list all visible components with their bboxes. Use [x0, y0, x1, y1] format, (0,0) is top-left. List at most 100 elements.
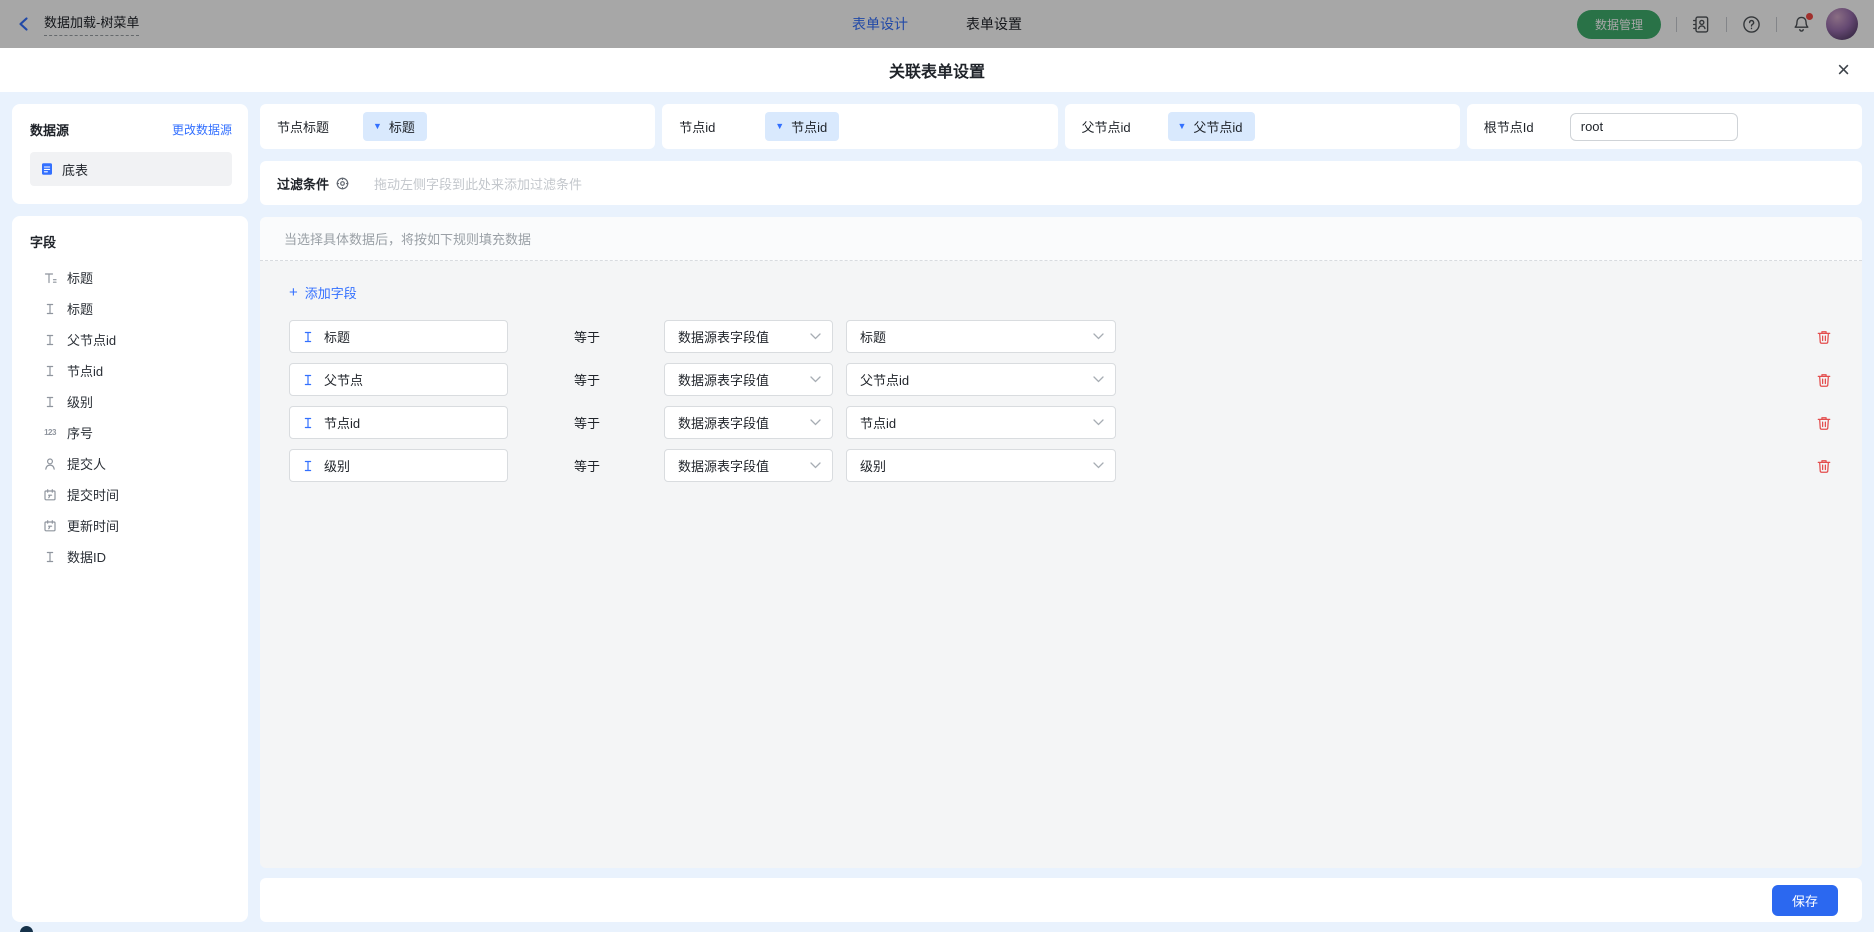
plus-icon: + — [289, 285, 298, 300]
field-label: 父节点id — [67, 330, 116, 349]
document-icon — [40, 162, 54, 176]
rule-field-label: 标题 — [324, 327, 350, 346]
text-field-icon — [43, 550, 57, 564]
rule-field-label: 节点id — [324, 413, 360, 432]
text-field-icon — [43, 364, 57, 378]
save-button[interactable]: 保存 — [1772, 885, 1838, 916]
text-field-icon — [301, 330, 315, 344]
number-field-icon: 123 — [44, 428, 56, 437]
field-label: 级别 — [67, 392, 93, 411]
field-tag-label: 父节点id — [1193, 117, 1242, 136]
rules-hint: 当选择具体数据后，将按如下规则填充数据 — [260, 217, 1862, 261]
field-list-item[interactable]: 123 标题 — [30, 262, 242, 293]
dropdown-triangle-icon: ▼ — [373, 122, 382, 131]
value-select[interactable]: 父节点id — [846, 363, 1116, 396]
delete-rule-button[interactable] — [1816, 458, 1832, 474]
dropdown-triangle-icon: ▼ — [775, 122, 784, 131]
equals-label: 等于 — [574, 370, 600, 389]
close-icon[interactable]: × — [1837, 59, 1850, 81]
chevron-down-icon — [810, 333, 821, 340]
filter-settings-icon[interactable] — [335, 176, 350, 191]
value-select[interactable]: 级别 — [846, 449, 1116, 482]
field-list-item[interactable]: 123 父节点id — [30, 324, 242, 355]
rules-panel: 当选择具体数据后，将按如下规则填充数据 + 添加字段 — [260, 217, 1862, 868]
field-list-item[interactable]: 123 级别 — [30, 386, 242, 417]
datasource-card: 数据源 更改数据源 底表 — [12, 104, 248, 204]
source-select[interactable]: 数据源表字段值 — [664, 449, 833, 482]
field-list-item[interactable]: 123 更新时间 — [30, 510, 242, 541]
mapping-label: 父节点id — [1082, 117, 1168, 136]
title-field-icon — [43, 271, 57, 285]
field-list-item[interactable]: 123 提交时间 — [30, 479, 242, 510]
field-list-item[interactable]: 123 标题 — [30, 293, 242, 324]
topbar: 数据加载-树菜单 表单设计 表单设置 数据管理 — [0, 0, 1874, 48]
sidebar: 数据源 更改数据源 底表 字段 123 — [12, 104, 248, 922]
trash-icon — [1816, 372, 1832, 388]
field-label: 标题 — [67, 299, 93, 318]
rule-field-label: 级别 — [324, 456, 350, 475]
text-field-icon — [301, 373, 315, 387]
modal-footer: 保存 — [260, 878, 1862, 922]
field-list-item[interactable]: 123 数据ID — [30, 541, 242, 572]
filter-row: 过滤条件 拖动左侧字段到此处来添加过滤条件 — [260, 161, 1862, 205]
field-tag[interactable]: ▼ 父节点id — [1168, 112, 1255, 141]
filter-dropzone[interactable]: 拖动左侧字段到此处来添加过滤条件 — [374, 174, 1845, 193]
datasource-item[interactable]: 底表 — [30, 152, 232, 186]
chevron-down-icon — [1093, 333, 1104, 340]
field-tag[interactable]: ▼ 标题 — [363, 112, 427, 141]
equals-label: 等于 — [574, 413, 600, 432]
source-select[interactable]: 数据源表字段值 — [664, 406, 833, 439]
mapping-box: 节点标题 ▼ 标题 — [260, 104, 655, 149]
mapping-box: 节点id ▼ 节点id — [662, 104, 1057, 149]
field-label: 节点id — [67, 361, 103, 380]
chevron-down-icon — [810, 419, 821, 426]
rule-row: 级别 等于 数据源表字段值 级别 — [289, 449, 1844, 482]
trash-icon — [1816, 458, 1832, 474]
field-list-item[interactable]: 123 序号 — [30, 417, 242, 448]
chevron-down-icon — [810, 376, 821, 383]
datasource-table-name: 底表 — [62, 160, 88, 179]
chevron-down-icon — [1093, 462, 1104, 469]
change-datasource-link[interactable]: 更改数据源 — [172, 121, 232, 138]
text-field-icon — [43, 302, 57, 316]
calendar-field-icon — [43, 519, 57, 533]
rule-row: 标题 等于 数据源表字段值 标题 — [289, 320, 1844, 353]
person-field-icon — [43, 457, 57, 471]
fields-heading: 字段 — [30, 232, 242, 251]
root-id-input[interactable] — [1570, 113, 1738, 141]
chevron-down-icon — [810, 462, 821, 469]
delete-rule-button[interactable] — [1816, 372, 1832, 388]
field-label: 数据ID — [67, 547, 106, 566]
equals-label: 等于 — [574, 456, 600, 475]
main-area: 节点标题 ▼ 标题 节点id ▼ 节点id — [260, 104, 1862, 922]
chevron-down-icon — [1093, 419, 1104, 426]
source-select[interactable]: 数据源表字段值 — [664, 320, 833, 353]
related-form-settings-modal: 关联表单设置 × 数据源 更改数据源 底表 字段 — [0, 48, 1874, 932]
dropdown-triangle-icon: ▼ — [1178, 122, 1187, 131]
trash-icon — [1816, 415, 1832, 431]
delete-rule-button[interactable] — [1816, 415, 1832, 431]
field-tag-label: 标题 — [389, 117, 415, 136]
text-field-icon — [301, 459, 315, 473]
filter-label: 过滤条件 — [277, 174, 329, 193]
chevron-down-icon — [1093, 376, 1104, 383]
value-select[interactable]: 节点id — [846, 406, 1116, 439]
value-select[interactable]: 标题 — [846, 320, 1116, 353]
field-label: 标题 — [67, 268, 93, 287]
text-field-icon — [43, 395, 57, 409]
screen: 数据加载-树菜单 表单设计 表单设置 数据管理 — [0, 0, 1874, 932]
add-field-button[interactable]: + 添加字段 — [289, 283, 357, 302]
rule-field-box[interactable]: 节点id — [289, 406, 508, 439]
mapping-label: 节点标题 — [277, 117, 363, 136]
rule-field-box[interactable]: 父节点 — [289, 363, 508, 396]
source-select[interactable]: 数据源表字段值 — [664, 363, 833, 396]
rule-row: 节点id 等于 数据源表字段值 节点id — [289, 406, 1844, 439]
field-tag[interactable]: ▼ 节点id — [765, 112, 839, 141]
rule-field-box[interactable]: 级别 — [289, 449, 508, 482]
modal-dim-overlay — [0, 0, 1874, 48]
delete-rule-button[interactable] — [1816, 329, 1832, 345]
datasource-heading: 数据源 — [30, 120, 69, 139]
rule-field-box[interactable]: 标题 — [289, 320, 508, 353]
field-list-item[interactable]: 123 节点id — [30, 355, 242, 386]
field-list-item[interactable]: 123 提交人 — [30, 448, 242, 479]
